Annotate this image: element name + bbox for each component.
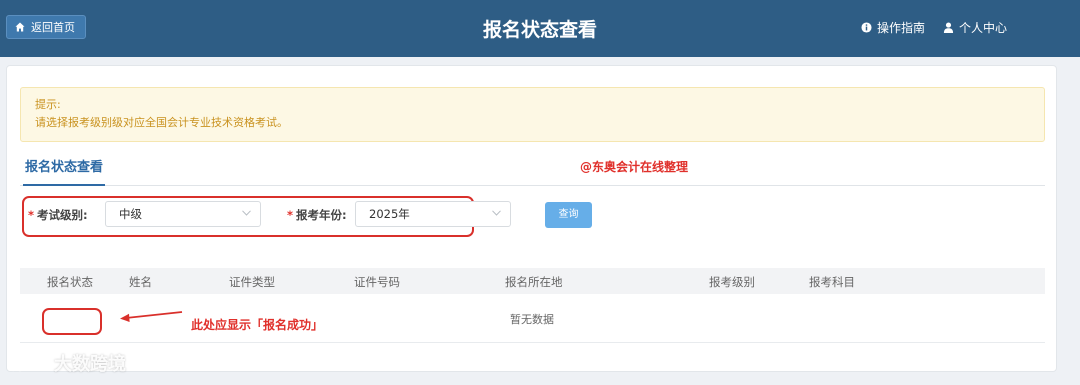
column-header-location: 报名所在地 <box>505 275 563 289</box>
column-header-id-number: 证件号码 <box>354 275 400 289</box>
column-header-status: 报名状态 <box>47 275 93 289</box>
empty-data-text: 暂无数据 <box>510 313 554 326</box>
operation-guide-label: 操作指南 <box>876 21 925 35</box>
watermark-note: @东奥会计在线整理 <box>580 160 689 174</box>
user-icon <box>943 22 954 33</box>
table-header: 报名状态 姓名 证件类型 证件号码 报名所在地 报考级别 报考科目 <box>20 268 1045 294</box>
column-header-name: 姓名 <box>129 275 152 289</box>
brand-name: 大数跨境 <box>54 354 126 375</box>
chevron-down-icon <box>492 210 501 216</box>
exam-level-value: 中级 <box>119 207 142 221</box>
notice-text: 请选择报考级别级对应全国会计专业技术资格考试。 <box>35 116 288 129</box>
top-navigation-bar: 返回首页 报名状态查看 操作指南 个人中心 <box>0 0 1080 57</box>
annotation-note: 此处应显示「报名成功」 <box>191 318 324 332</box>
notice-alert: 提示: 请选择报考级别级对应全国会计专业技术资格考试。 <box>20 87 1045 142</box>
chevron-down-icon <box>242 210 251 216</box>
exam-level-label-text: 考试级别: <box>37 208 88 222</box>
exam-year-value: 2025年 <box>369 207 410 221</box>
brand-logo: 大数跨境 <box>8 349 126 377</box>
exam-level-select[interactable]: 中级 <box>105 201 261 227</box>
annotation-arrow-icon <box>120 311 183 322</box>
home-button[interactable]: 返回首页 <box>6 15 86 39</box>
brand-logo-icon <box>9 353 49 372</box>
exam-level-label: * 考试级别: <box>28 207 88 223</box>
home-button-label: 返回首页 <box>31 21 75 34</box>
tab-bar: 报名状态查看 <box>20 157 1045 186</box>
column-header-subjects: 报考科目 <box>809 275 855 289</box>
required-mark: * <box>287 208 294 222</box>
info-icon <box>861 22 872 33</box>
exam-year-label: * 报考年份: <box>287 207 347 223</box>
notice-title: 提示: <box>35 98 61 111</box>
personal-center-label: 个人中心 <box>958 21 1007 35</box>
personal-center-link[interactable]: 个人中心 <box>943 19 1007 36</box>
status-highlight-box <box>42 308 102 335</box>
column-header-id-type: 证件类型 <box>229 275 275 289</box>
exam-year-label-text: 报考年份: <box>296 208 347 222</box>
exam-year-select[interactable]: 2025年 <box>355 201 511 227</box>
tab-registration-status[interactable]: 报名状态查看 <box>23 157 106 186</box>
operation-guide-link[interactable]: 操作指南 <box>861 19 925 36</box>
home-icon <box>15 22 25 32</box>
query-button[interactable]: 查询 <box>545 202 592 228</box>
required-mark: * <box>28 208 35 222</box>
column-header-level: 报考级别 <box>709 275 755 289</box>
